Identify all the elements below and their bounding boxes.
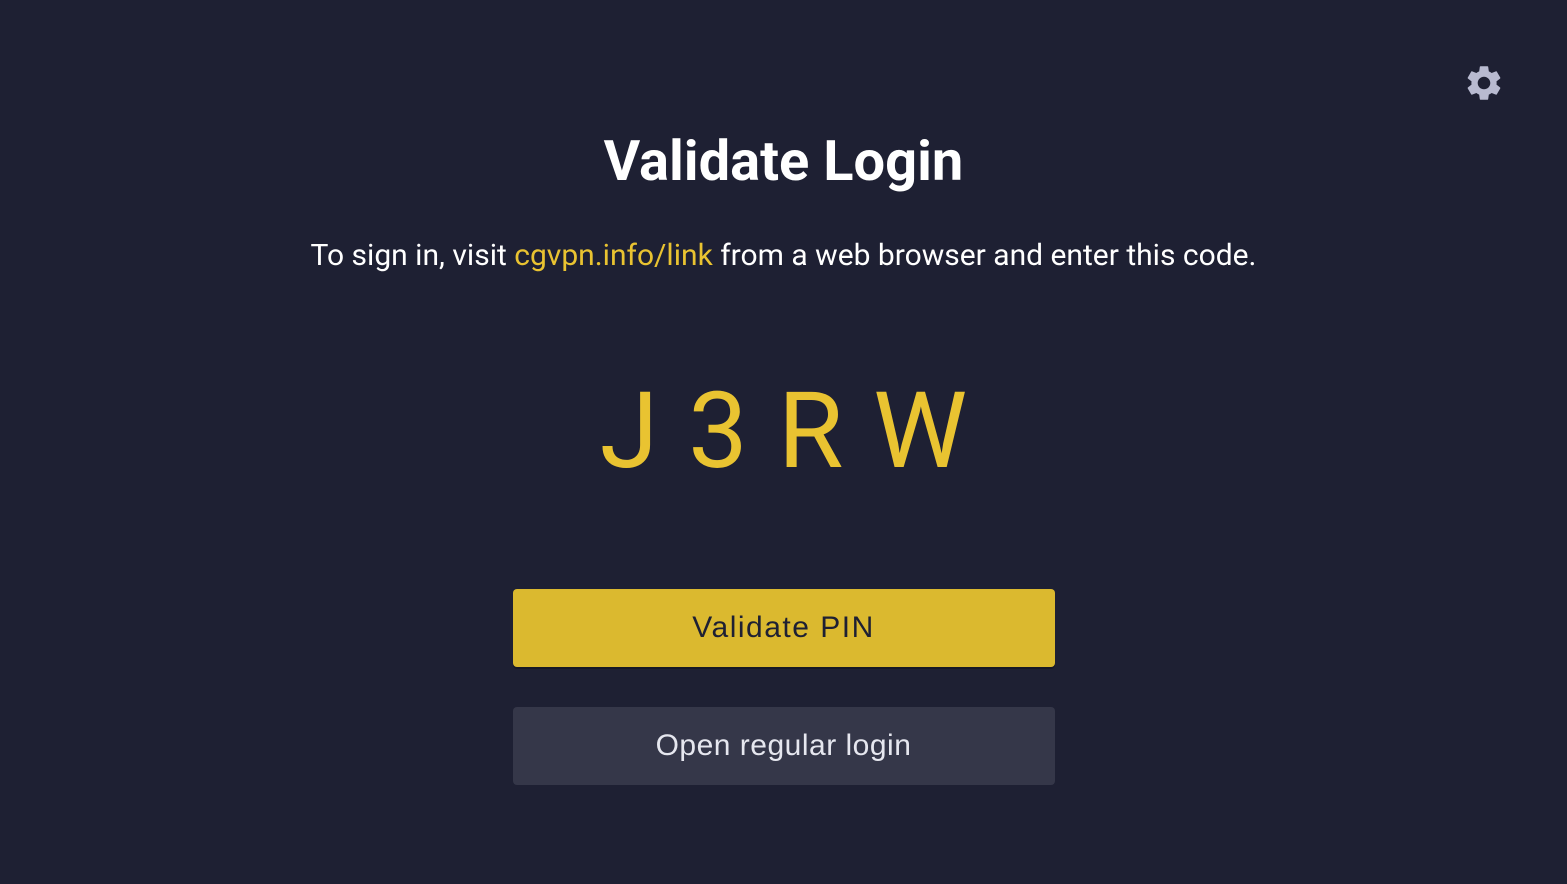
open-regular-login-button[interactable]: Open regular login [513, 707, 1055, 785]
page-title: Validate Login [604, 128, 964, 194]
login-code: J3RW [570, 369, 997, 493]
button-group: Validate PIN Open regular login [513, 589, 1055, 785]
main-container: Validate Login To sign in, visit cgvpn.i… [0, 0, 1567, 884]
validate-pin-button[interactable]: Validate PIN [513, 589, 1055, 667]
instruction-prefix: To sign in, visit [311, 238, 515, 273]
instruction-suffix: from a web browser and enter this code. [713, 238, 1257, 273]
signin-link[interactable]: cgvpn.info/link [514, 238, 713, 273]
instruction-text: To sign in, visit cgvpn.info/link from a… [311, 236, 1257, 277]
settings-icon[interactable] [1463, 62, 1505, 104]
